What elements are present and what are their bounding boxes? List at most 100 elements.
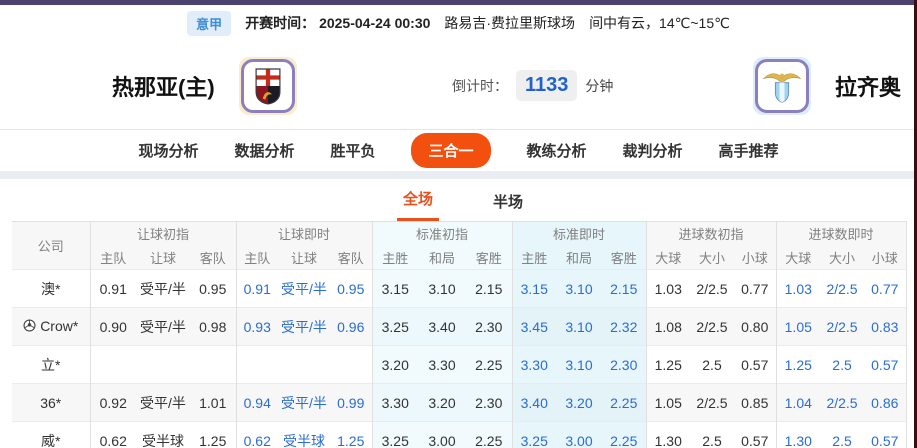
odds-cell: 1.03 bbox=[646, 269, 690, 308]
odds-cell: 受平/半 bbox=[136, 383, 190, 422]
sub-header-0-1: 让球 bbox=[136, 245, 190, 270]
odds-cell: 2/2.5 bbox=[820, 307, 865, 346]
odds-cell: 2.25 bbox=[466, 345, 513, 384]
odds-cell: 0.62 bbox=[90, 421, 136, 448]
odds-cell: 1.30 bbox=[646, 421, 690, 448]
section-divider bbox=[0, 171, 917, 179]
match-header: 热那亚(主) 倒计时： 1133 分钟 拉齐奥 bbox=[0, 41, 917, 130]
league-badge[interactable]: 意甲 bbox=[187, 10, 232, 36]
odds-cell: 1.05 bbox=[646, 383, 690, 422]
nav-tab-3[interactable]: 三合一 bbox=[411, 133, 491, 168]
company-name: 立* bbox=[41, 356, 61, 373]
odds-cell: 0.86 bbox=[864, 383, 907, 422]
odds-cell bbox=[278, 345, 330, 384]
odds-cell: 3.45 bbox=[512, 307, 556, 346]
venue-text: 路易吉·费拉里斯球场 bbox=[444, 15, 576, 31]
odds-cell: 受平/半 bbox=[136, 307, 190, 346]
odds-cell: 0.77 bbox=[864, 269, 907, 308]
company-cell[interactable]: 威* bbox=[12, 421, 91, 448]
odds-cell: 3.00 bbox=[556, 421, 602, 448]
away-team-name: 拉齐奥 bbox=[834, 74, 901, 100]
odds-cell: 3.15 bbox=[512, 269, 556, 308]
kickoff-label: 开赛时间： bbox=[245, 15, 316, 31]
company-cell[interactable]: 36* bbox=[12, 383, 91, 422]
nav-tab-4[interactable]: 教练分析 bbox=[527, 133, 587, 168]
odds-cell: 3.10 bbox=[556, 345, 602, 384]
odds-cell: 2.5 bbox=[820, 421, 865, 448]
away-team: 拉齐奥 bbox=[752, 41, 901, 130]
home-team: 热那亚(主) bbox=[112, 41, 297, 130]
nav-tab-2[interactable]: 胜平负 bbox=[330, 133, 375, 168]
odds-cell: 0.57 bbox=[734, 421, 777, 448]
sub-header-5-1: 大小 bbox=[820, 245, 865, 270]
odds-cell: 2.5 bbox=[820, 345, 865, 384]
odds-cell: 0.99 bbox=[330, 383, 373, 422]
odds-cell: 1.08 bbox=[646, 307, 690, 346]
sub-header-5-0: 大球 bbox=[776, 245, 821, 270]
odds-cell: 3.15 bbox=[372, 269, 418, 308]
nav-tab-0[interactable]: 现场分析 bbox=[138, 133, 198, 168]
odds-cell: 0.93 bbox=[236, 307, 278, 346]
group-header-4: 进球数初指 bbox=[646, 221, 777, 246]
odds-cell: 2.15 bbox=[602, 269, 647, 308]
odds-panel: 全场 半场 公司 让球初指 让球即时 标准初指 标准即时 进球数初指 进球数即时 主队 让球 客队主… bbox=[12, 179, 914, 448]
odds-cell: 3.25 bbox=[372, 421, 418, 448]
sub-header-4-2: 小球 bbox=[734, 245, 777, 270]
company-cell[interactable]: 澳* bbox=[12, 269, 91, 308]
odds-cell: 3.30 bbox=[372, 383, 418, 422]
odds-cell: 1.25 bbox=[646, 345, 690, 384]
odds-cell: 3.30 bbox=[418, 345, 466, 384]
odds-cell: 0.57 bbox=[864, 421, 907, 448]
odds-cell bbox=[90, 345, 136, 384]
odds-table: 公司 让球初指 让球即时 标准初指 标准即时 进球数初指 进球数即时 主队 让球 客队 主队 让球 客队… bbox=[12, 221, 907, 448]
home-team-name: 热那亚(主) bbox=[112, 74, 215, 100]
odds-cell: 2/2.5 bbox=[690, 307, 734, 346]
odds-cell: 2.32 bbox=[602, 307, 647, 346]
company-name: 澳* bbox=[41, 280, 61, 297]
sub-header-1-2: 客队 bbox=[330, 245, 373, 270]
company-cell[interactable]: Crow* bbox=[12, 307, 91, 346]
company-cell[interactable]: 立* bbox=[12, 345, 91, 384]
company-name: Crow* bbox=[40, 317, 79, 334]
nav-tab-1[interactable]: 数据分析 bbox=[234, 133, 294, 168]
odds-cell: 0.62 bbox=[236, 421, 278, 448]
sub-header-0-2: 客队 bbox=[190, 245, 237, 270]
subtab-0[interactable]: 全场 bbox=[396, 188, 439, 221]
odds-cell: 0.92 bbox=[90, 383, 136, 422]
lazio-crest-icon bbox=[762, 72, 802, 103]
nav-tab-5[interactable]: 裁判分析 bbox=[623, 133, 683, 168]
kickoff-time: 2025-04-24 00:30 bbox=[319, 15, 431, 31]
odds-cell: 2.25 bbox=[602, 421, 647, 448]
odds-cell: 受半球 bbox=[278, 421, 330, 448]
match-info-bar: 意甲 开赛时间： 2025-04-24 00:30 路易吉·费拉里斯球场 间中有… bbox=[0, 5, 917, 41]
weather-text: 间中有云，14℃~15℃ bbox=[589, 15, 730, 31]
sub-header-3-0: 主胜 bbox=[512, 245, 556, 270]
odds-cell: 受平/半 bbox=[136, 269, 190, 308]
odds-cell: 0.57 bbox=[734, 345, 777, 384]
odds-cell: 0.95 bbox=[330, 269, 373, 308]
odds-cell bbox=[190, 345, 237, 384]
sub-header-3-1: 和局 bbox=[556, 245, 602, 270]
odds-cell: 3.10 bbox=[418, 269, 466, 308]
odds-cell: 3.10 bbox=[556, 269, 602, 308]
sub-header-2-1: 和局 bbox=[418, 245, 466, 270]
period-subtabs: 全场 半场 bbox=[12, 179, 914, 221]
odds-cell: 3.10 bbox=[556, 307, 602, 346]
odds-cell: 0.91 bbox=[90, 269, 136, 308]
odds-cell: 0.94 bbox=[236, 383, 278, 422]
odds-cell: 受平/半 bbox=[278, 307, 330, 346]
odds-cell: 1.05 bbox=[776, 307, 821, 346]
group-header-3: 标准即时 bbox=[512, 221, 647, 246]
odds-cell bbox=[136, 345, 190, 384]
subtab-1[interactable]: 半场 bbox=[487, 191, 529, 221]
nav-tab-6[interactable]: 高手推荐 bbox=[719, 133, 779, 168]
genoa-crest-icon bbox=[255, 67, 281, 104]
odds-cell: 0.91 bbox=[236, 269, 278, 308]
sub-header-0-0: 主队 bbox=[90, 245, 136, 270]
odds-cell: 2.5 bbox=[690, 421, 734, 448]
odds-cell bbox=[330, 345, 373, 384]
group-header-2: 标准初指 bbox=[372, 221, 513, 246]
odds-cell: 2/2.5 bbox=[690, 269, 734, 308]
odds-cell: 2.30 bbox=[602, 345, 647, 384]
odds-cell: 0.57 bbox=[864, 345, 907, 384]
